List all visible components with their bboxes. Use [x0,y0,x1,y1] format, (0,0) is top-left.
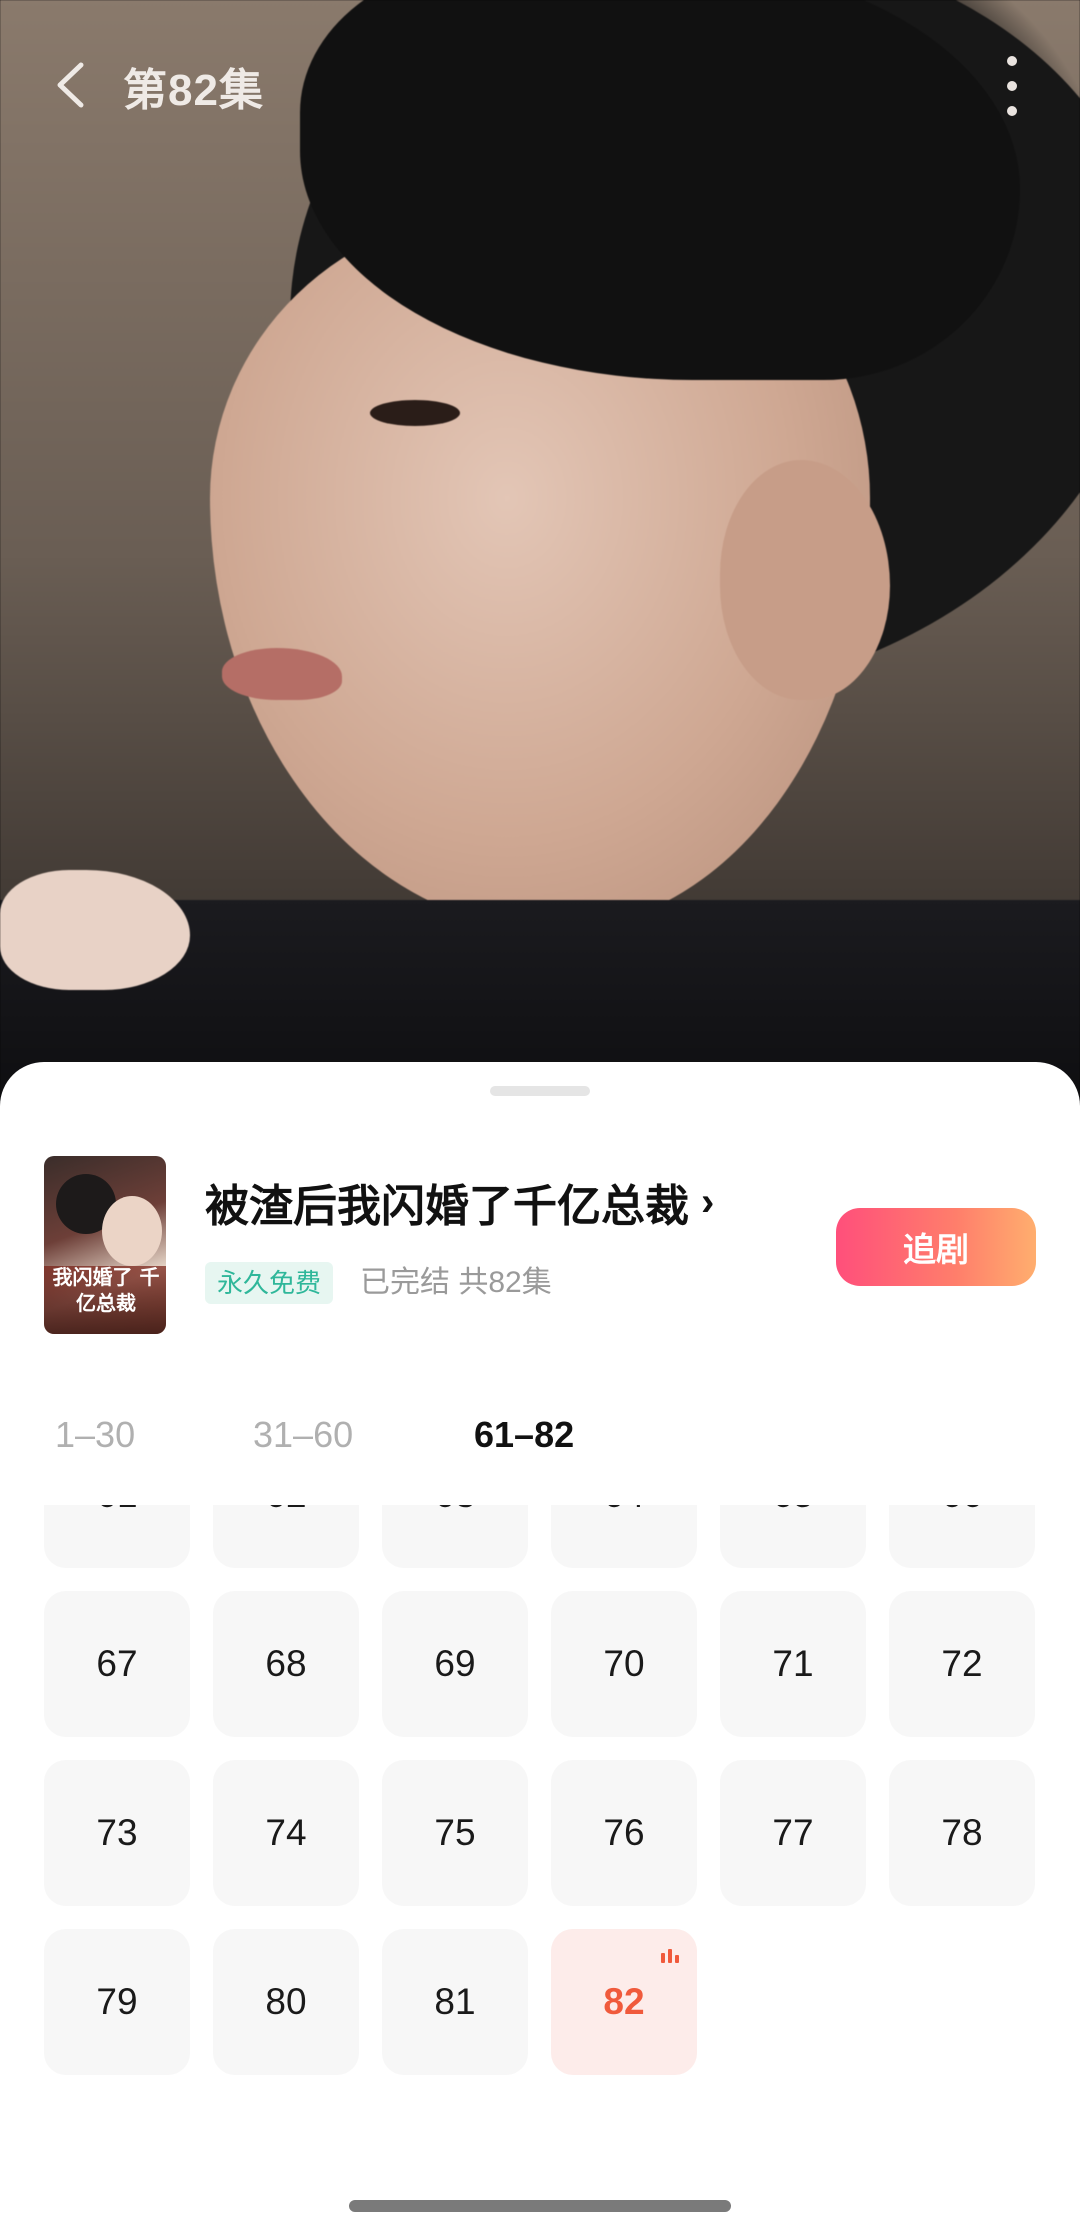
tab-range-61-82[interactable]: 61–82 [474,1414,574,1456]
free-tag: 永久免费 [205,1262,334,1304]
episode-number: 65 [772,1505,813,1516]
episode-number: 74 [265,1812,307,1853]
episode-cell[interactable]: 78 [889,1760,1035,1906]
episode-grid-viewport[interactable]: 61 62 63 64 65 66 67 68 69 70 71 72 73 74 75 76 77 78 79 80… [0,1505,1080,2155]
episode-number: 79 [96,1981,138,2022]
episode-number: 63 [434,1505,475,1516]
sheet-grabber[interactable] [490,1086,590,1096]
episode-cell[interactable]: 76 [551,1760,697,1906]
episode-cell[interactable]: 75 [382,1760,528,1906]
episode-cell[interactable]: 64 [551,1505,697,1568]
series-status: 已完结 共82集 [360,1266,552,1299]
episode-cell-current[interactable]: 82 [551,1929,697,2075]
episode-number: 72 [941,1643,983,1684]
chevron-left-icon[interactable] [50,62,90,108]
episode-cell[interactable]: 61 [44,1505,190,1568]
video-frame-eye [370,400,460,426]
episode-cell[interactable]: 63 [382,1505,528,1568]
tab-range-1-30[interactable]: 1–30 [55,1414,135,1456]
chevron-right-icon: › [701,1179,715,1224]
episode-cell[interactable]: 66 [889,1505,1035,1568]
episode-cell[interactable]: 67 [44,1591,190,1737]
episode-number: 76 [603,1812,645,1853]
episode-number: 66 [941,1505,982,1516]
episode-cell[interactable]: 77 [720,1760,866,1906]
episode-range-tabs: 1–30 31–60 61–82 [0,1414,1080,1474]
now-playing-icon [661,1949,679,1963]
episode-cell[interactable]: 73 [44,1760,190,1906]
episode-cell[interactable]: 72 [889,1591,1035,1737]
tab-range-31-60[interactable]: 31–60 [253,1414,353,1456]
episode-grid: 61 62 63 64 65 66 67 68 69 70 71 72 73 74 75 76 77 78 79 80… [44,1505,1035,2075]
episode-number: 71 [772,1643,814,1684]
episode-cell[interactable]: 71 [720,1591,866,1737]
episode-number: 70 [603,1643,645,1684]
episode-number: 78 [941,1812,983,1853]
episode-cell[interactable]: 70 [551,1591,697,1737]
episode-number: 61 [96,1505,137,1516]
episode-cell[interactable]: 81 [382,1929,528,2075]
home-indicator[interactable] [349,2200,731,2212]
episode-title: 第82集 [123,66,264,115]
show-title-link[interactable]: 被渣后我闪婚了千亿总裁 › [205,1170,714,1234]
show-cover[interactable]: 我闪婚了 千亿总裁 [44,1156,166,1334]
episode-cell[interactable]: 65 [720,1505,866,1568]
video-frame-hand [0,870,190,990]
episode-number: 67 [96,1643,138,1684]
episode-number: 77 [772,1812,814,1853]
episode-cell[interactable]: 80 [213,1929,359,2075]
follow-button[interactable]: 追剧 [836,1208,1036,1286]
episode-number: 68 [265,1643,307,1684]
episode-number: 75 [434,1812,476,1853]
top-bar: 第82集 [0,40,1080,130]
episode-number: 64 [603,1505,644,1516]
episode-number: 73 [96,1812,138,1853]
video-player[interactable] [0,0,1080,1110]
episode-cell[interactable]: 79 [44,1929,190,2075]
episode-sheet: 我闪婚了 千亿总裁 被渣后我闪婚了千亿总裁 › 永久免费 已完结 共82集 追剧… [0,1062,1080,2230]
episode-number: 81 [434,1981,476,2022]
cover-text: 我闪婚了 千亿总裁 [52,1265,160,1315]
episode-number: 82 [603,1981,645,2022]
episode-number: 69 [434,1643,476,1684]
show-title: 被渣后我闪婚了千亿总裁 [205,1182,689,1231]
more-vertical-icon[interactable] [994,56,1030,116]
episode-cell[interactable]: 69 [382,1591,528,1737]
episode-number: 80 [265,1981,307,2022]
episode-cell[interactable]: 62 [213,1505,359,1568]
episode-cell[interactable]: 74 [213,1760,359,1906]
episode-cell[interactable]: 68 [213,1591,359,1737]
episode-number: 62 [265,1505,306,1516]
